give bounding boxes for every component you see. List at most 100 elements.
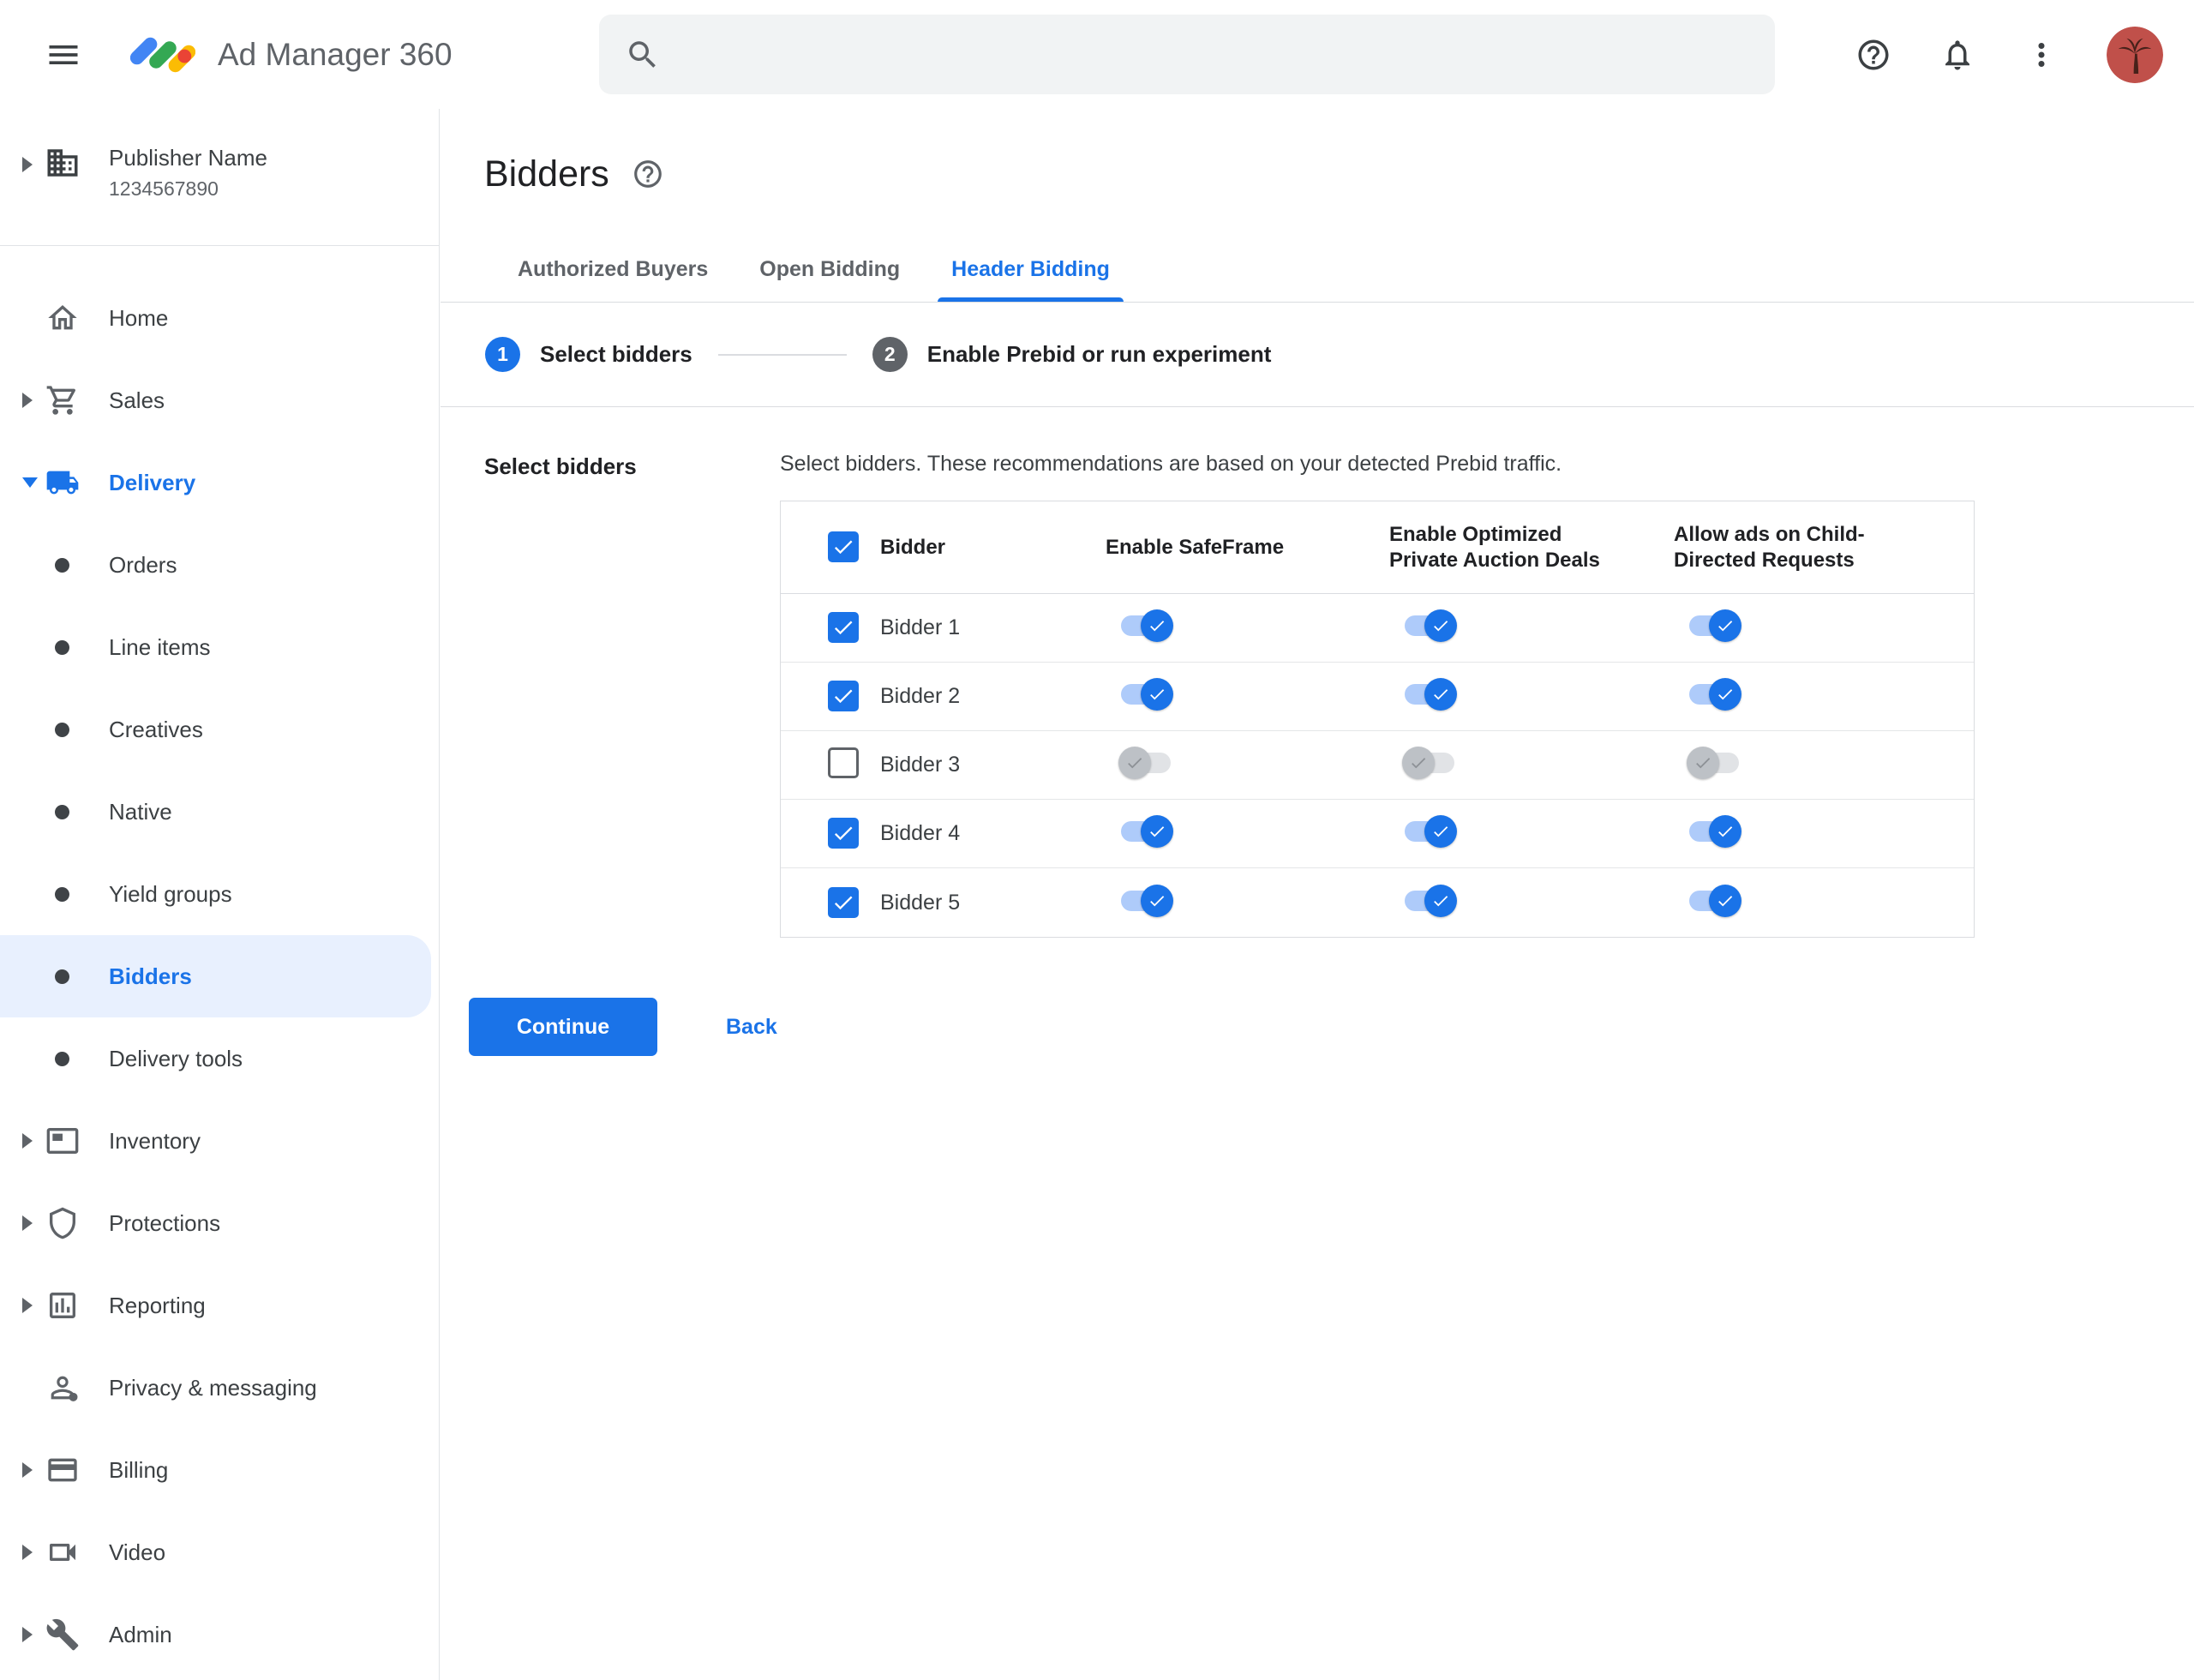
section-label: Select bidders <box>484 453 637 479</box>
column-header-bidder: Bidder <box>880 535 946 559</box>
table-row: Bidder 1 <box>781 594 1974 663</box>
optimized-deals-toggle[interactable] <box>1402 746 1457 780</box>
child-directed-toggle[interactable] <box>1687 884 1741 918</box>
help-icon[interactable] <box>1855 36 1892 74</box>
safeframe-toggle[interactable] <box>1118 814 1173 849</box>
step-1-indicator: 1 <box>485 337 520 372</box>
toggle-thumb <box>1709 884 1741 917</box>
bullet-icon <box>55 639 69 655</box>
sidebar-item-delivery[interactable]: Delivery <box>0 441 439 524</box>
optimized-deals-toggle[interactable] <box>1402 814 1457 849</box>
sidebar-item-protections[interactable]: Protections <box>0 1182 439 1264</box>
child-directed-toggle[interactable] <box>1687 609 1741 643</box>
chevron-right-icon <box>22 157 33 172</box>
optimized-deals-toggle[interactable] <box>1402 677 1457 711</box>
row-checkbox[interactable] <box>828 612 859 643</box>
sidebar-item-inventory[interactable]: Inventory <box>0 1100 439 1182</box>
sidebar-item-delivery-tools[interactable]: Delivery tools <box>0 1017 439 1100</box>
step-connector <box>717 353 847 356</box>
optimized-deals-toggle[interactable] <box>1402 884 1457 918</box>
bidder-name: Bidder 2 <box>880 684 961 708</box>
chevron-right-icon <box>22 1215 33 1231</box>
sidebar-item-home[interactable]: Home <box>0 277 439 359</box>
sidebar-item-label: Bidders <box>109 963 192 989</box>
tab-authorized-buyers[interactable]: Authorized Buyers <box>492 237 734 302</box>
row-checkbox[interactable] <box>828 747 859 778</box>
sidebar-item-label: Orders <box>109 551 177 578</box>
toggle-thumb <box>1141 815 1173 848</box>
toggle-thumb <box>1141 884 1173 917</box>
step-2-indicator: 2 <box>872 337 908 372</box>
safeframe-toggle[interactable] <box>1118 677 1173 711</box>
chevron-right-icon <box>22 1627 33 1642</box>
toggle-thumb <box>1709 609 1741 642</box>
sidebar-item-privacy-messaging[interactable]: Privacy & messaging <box>0 1347 439 1429</box>
chevron-down-icon <box>22 477 38 488</box>
sidebar-item-orders[interactable]: Orders <box>0 524 439 606</box>
toggle-thumb <box>1141 678 1173 711</box>
sidebar-item-label: Native <box>109 798 172 825</box>
sidebar-item-sales[interactable]: Sales <box>0 359 439 441</box>
sidebar-item-billing[interactable]: Billing <box>0 1429 439 1511</box>
sidebar-item-reporting[interactable]: Reporting <box>0 1264 439 1347</box>
page-title: Bidders <box>484 153 609 195</box>
bullet-icon <box>55 804 69 819</box>
bidder-name: Bidder 4 <box>880 821 961 845</box>
user-avatar[interactable] <box>2107 26 2163 83</box>
sidebar-item-label: Billing <box>109 1456 169 1483</box>
tab-header-bidding[interactable]: Header Bidding <box>926 237 1136 302</box>
sidebar-item-label: Sales <box>109 387 165 413</box>
sidebar-item-admin[interactable]: Admin <box>0 1593 439 1676</box>
child-directed-toggle[interactable] <box>1687 677 1741 711</box>
toggle-thumb <box>1424 884 1457 917</box>
optimized-deals-toggle[interactable] <box>1402 609 1457 643</box>
search-input[interactable] <box>680 39 1749 70</box>
sidebar-item-label: Protections <box>109 1209 221 1236</box>
toggle-thumb <box>1687 747 1719 779</box>
tab-bar: Authorized Buyers Open Bidding Header Bi… <box>441 237 2194 303</box>
search-icon <box>629 40 656 68</box>
child-directed-toggle[interactable] <box>1687 814 1741 849</box>
safeframe-toggle[interactable] <box>1118 746 1173 780</box>
select-all-checkbox[interactable] <box>828 531 859 562</box>
sidebar-item-video[interactable]: Video <box>0 1511 439 1593</box>
more-options-icon[interactable] <box>2023 36 2060 74</box>
person-icon <box>45 1370 81 1406</box>
toggle-thumb <box>1141 609 1173 642</box>
back-button[interactable]: Back <box>700 999 803 1055</box>
row-checkbox[interactable] <box>828 681 859 711</box>
app-title: Ad Manager 360 <box>218 36 453 72</box>
search-bar[interactable] <box>599 15 1775 94</box>
sidebar-item-label: Admin <box>109 1621 172 1647</box>
bullet-icon <box>55 886 69 902</box>
sidebar-item-bidders[interactable]: Bidders <box>0 935 431 1017</box>
sidebar-item-label: Home <box>109 304 169 331</box>
publisher-selector[interactable]: Publisher Name 1234567890 <box>0 109 439 246</box>
child-directed-toggle[interactable] <box>1687 746 1741 780</box>
continue-button[interactable]: Continue <box>469 998 657 1056</box>
sidebar-item-label: Yield groups <box>109 880 232 907</box>
column-header-optimized: Enable Optimized Private Auction Deals <box>1389 522 1600 572</box>
sidebar-item-native[interactable]: Native <box>0 771 439 853</box>
row-checkbox[interactable] <box>828 886 859 918</box>
tab-open-bidding[interactable]: Open Bidding <box>734 237 926 302</box>
chevron-right-icon <box>22 393 33 408</box>
safeframe-toggle[interactable] <box>1118 884 1173 918</box>
safeframe-toggle[interactable] <box>1118 609 1173 643</box>
toggle-thumb <box>1424 815 1457 848</box>
notifications-bell-icon[interactable] <box>1939 36 1976 74</box>
step-2-label: Enable Prebid or run experiment <box>926 341 1272 367</box>
page-help-icon[interactable] <box>632 158 664 190</box>
bidder-name: Bidder 1 <box>880 615 961 639</box>
truck-icon <box>45 465 81 501</box>
chevron-right-icon <box>22 1462 33 1478</box>
sidebar-item-line-items[interactable]: Line items <box>0 606 439 688</box>
video-camera-icon <box>45 1534 81 1570</box>
bidder-name: Bidder 5 <box>880 890 961 915</box>
sidebar-item-yield-groups[interactable]: Yield groups <box>0 853 439 935</box>
row-checkbox[interactable] <box>828 818 859 849</box>
content-section: Select bidders Select bidders. These rec… <box>441 407 2194 938</box>
sidebar-item-creatives[interactable]: Creatives <box>0 688 439 771</box>
hamburger-menu-icon[interactable] <box>45 36 82 74</box>
sidebar-item-label: Inventory <box>109 1127 201 1154</box>
